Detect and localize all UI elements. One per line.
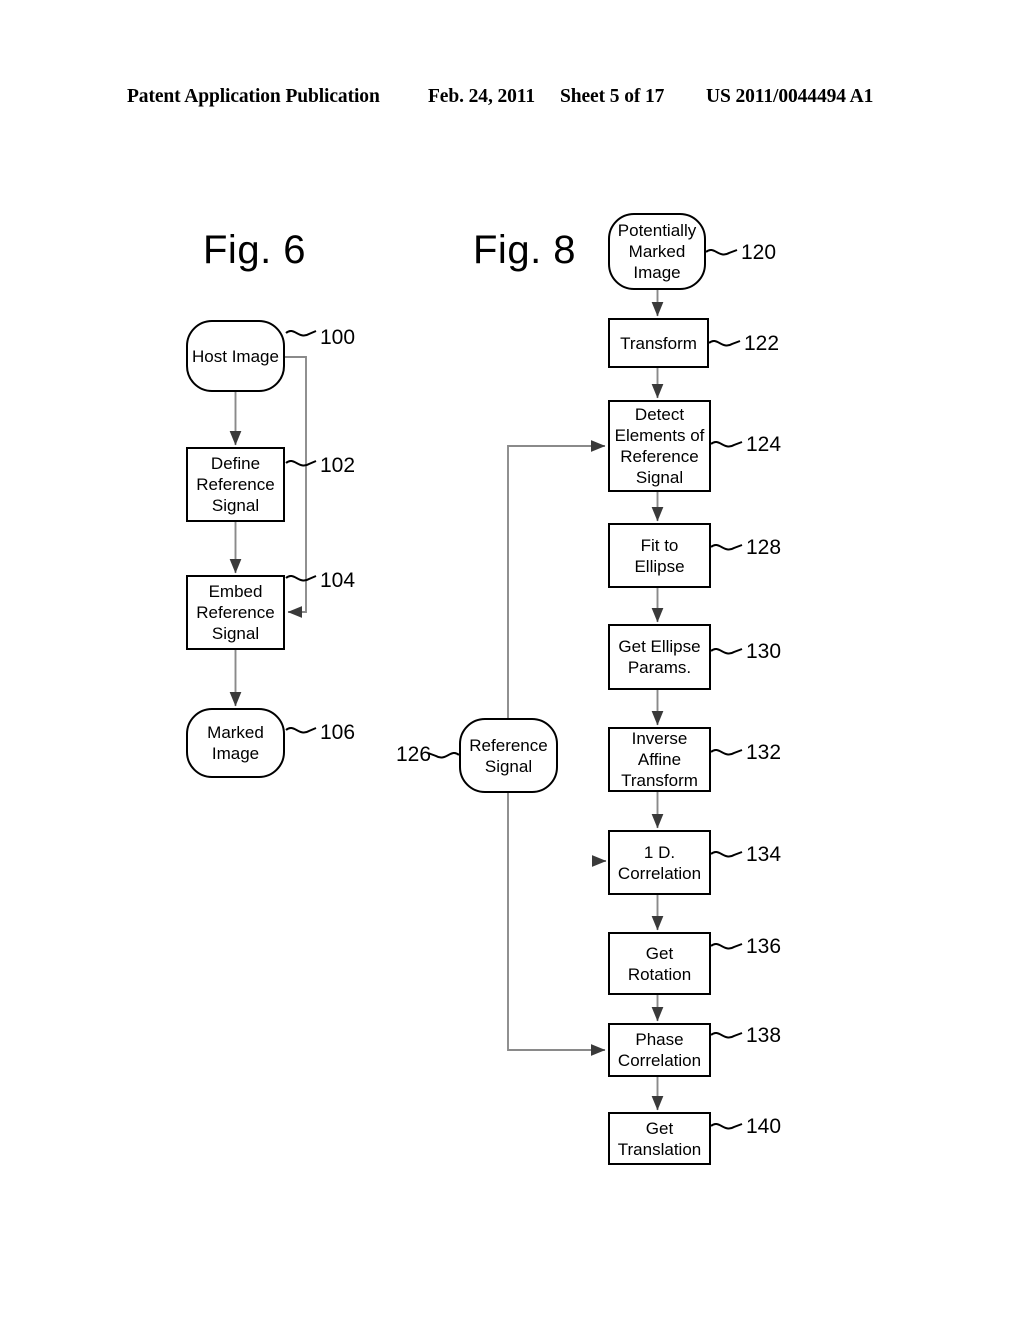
leader-132 xyxy=(710,749,743,756)
node-embed-reference-signal-label: Embed Reference Signal xyxy=(196,582,275,643)
leader-102 xyxy=(285,460,317,467)
ref-numeral-104: 104 xyxy=(320,569,356,592)
connector-layer xyxy=(229,249,743,1130)
node-embed-reference-signal[interactable]: Embed Reference Signal xyxy=(186,575,285,650)
ref-numeral-132: 132 xyxy=(746,741,782,764)
leader-124 xyxy=(710,441,743,448)
ref-numeral-134: 134 xyxy=(746,843,782,866)
node-phase-correlation-label: Phase Correlation xyxy=(617,1030,702,1070)
ref-numeral-120: 120 xyxy=(741,241,777,264)
figure-6-title: Fig. 6 xyxy=(203,228,307,272)
ref-numeral-138: 138 xyxy=(746,1024,782,1047)
node-potentially-marked-image-label: Potentially Marked Image xyxy=(617,221,697,282)
ref-numeral-140: 140 xyxy=(746,1115,782,1138)
ref-numeral-124: 124 xyxy=(746,433,782,456)
node-host-image-label: Host Image xyxy=(192,346,279,366)
node-1d-correlation[interactable]: 1 D. Correlation xyxy=(608,830,711,895)
arrow-100-to-104-feedback xyxy=(285,356,307,618)
ref-numeral-130: 130 xyxy=(746,640,782,663)
node-define-reference-signal[interactable]: Define Reference Signal xyxy=(186,447,285,522)
node-inverse-affine-transform-label: Inverse Affine Transform xyxy=(621,729,698,790)
leader-134 xyxy=(710,851,743,858)
node-get-translation-label: Get Translation xyxy=(617,1118,702,1159)
leader-104 xyxy=(285,575,317,582)
node-host-image[interactable]: Host Image xyxy=(186,320,285,392)
node-marked-image-label: Marked Image xyxy=(207,723,264,763)
node-marked-image[interactable]: Marked Image xyxy=(186,708,285,778)
header-date-text: Feb. 24, 2011 xyxy=(428,86,536,107)
node-inverse-affine-transform[interactable]: Inverse Affine Transform xyxy=(608,727,711,792)
node-1d-correlation-label: 1 D. Correlation xyxy=(617,842,702,883)
ref-numeral-106: 106 xyxy=(320,721,356,744)
leader-136 xyxy=(710,943,743,950)
leader-120 xyxy=(705,249,738,256)
node-transform[interactable]: Transform xyxy=(608,318,709,368)
node-define-reference-signal-label: Define Reference Signal xyxy=(196,454,275,515)
ref-numeral-122: 122 xyxy=(744,332,780,355)
figure-8-title: Fig. 8 xyxy=(473,228,577,272)
node-fit-to-ellipse-label: Fit to Ellipse xyxy=(634,535,685,576)
ref-numeral-100: 100 xyxy=(320,326,356,349)
node-phase-correlation[interactable]: Phase Correlation xyxy=(608,1023,711,1077)
leader-100 xyxy=(285,330,317,337)
node-transform-label: Transform xyxy=(620,333,697,353)
node-fit-to-ellipse[interactable]: Fit to Ellipse xyxy=(608,523,711,588)
node-get-ellipse-params[interactable]: Get Ellipse Params. xyxy=(608,624,711,690)
node-get-ellipse-params-label: Get Ellipse Params. xyxy=(618,637,701,677)
header-document-number-text: US 2011/0044494 A1 xyxy=(706,86,874,107)
node-get-rotation-label: Get Rotation xyxy=(627,943,692,984)
node-potentially-marked-image[interactable]: Potentially Marked Image xyxy=(608,213,706,290)
ref-numeral-136: 136 xyxy=(746,935,782,958)
ref-numeral-128: 128 xyxy=(746,536,782,559)
leader-106 xyxy=(285,727,317,734)
node-reference-signal[interactable]: Reference Signal xyxy=(459,718,558,793)
leader-126 xyxy=(427,752,460,759)
node-detect-elements-of-reference-signal[interactable]: Detect Elements of Reference Signal xyxy=(608,400,711,492)
node-reference-signal-label: Reference Signal xyxy=(469,735,548,776)
leader-138 xyxy=(710,1032,743,1039)
page-header: Patent Application Publication Feb. 24, … xyxy=(0,86,1024,112)
leader-122 xyxy=(708,340,741,347)
node-detect-elements-of-reference-signal-label: Detect Elements of Reference Signal xyxy=(614,405,705,487)
leader-130 xyxy=(710,648,743,655)
ref-numeral-102: 102 xyxy=(320,454,356,477)
leader-140 xyxy=(710,1123,743,1130)
arrow-126-to-138 xyxy=(507,793,606,1056)
header-sheet-text: Sheet 5 of 17 xyxy=(560,86,665,107)
node-get-translation[interactable]: Get Translation xyxy=(608,1112,711,1165)
node-get-rotation[interactable]: Get Rotation xyxy=(608,932,711,995)
ref-numeral-126: 126 xyxy=(396,743,432,766)
leader-128 xyxy=(710,544,743,551)
arrow-126-to-124 xyxy=(507,440,606,718)
header-publication-text: Patent Application Publication xyxy=(127,86,380,107)
